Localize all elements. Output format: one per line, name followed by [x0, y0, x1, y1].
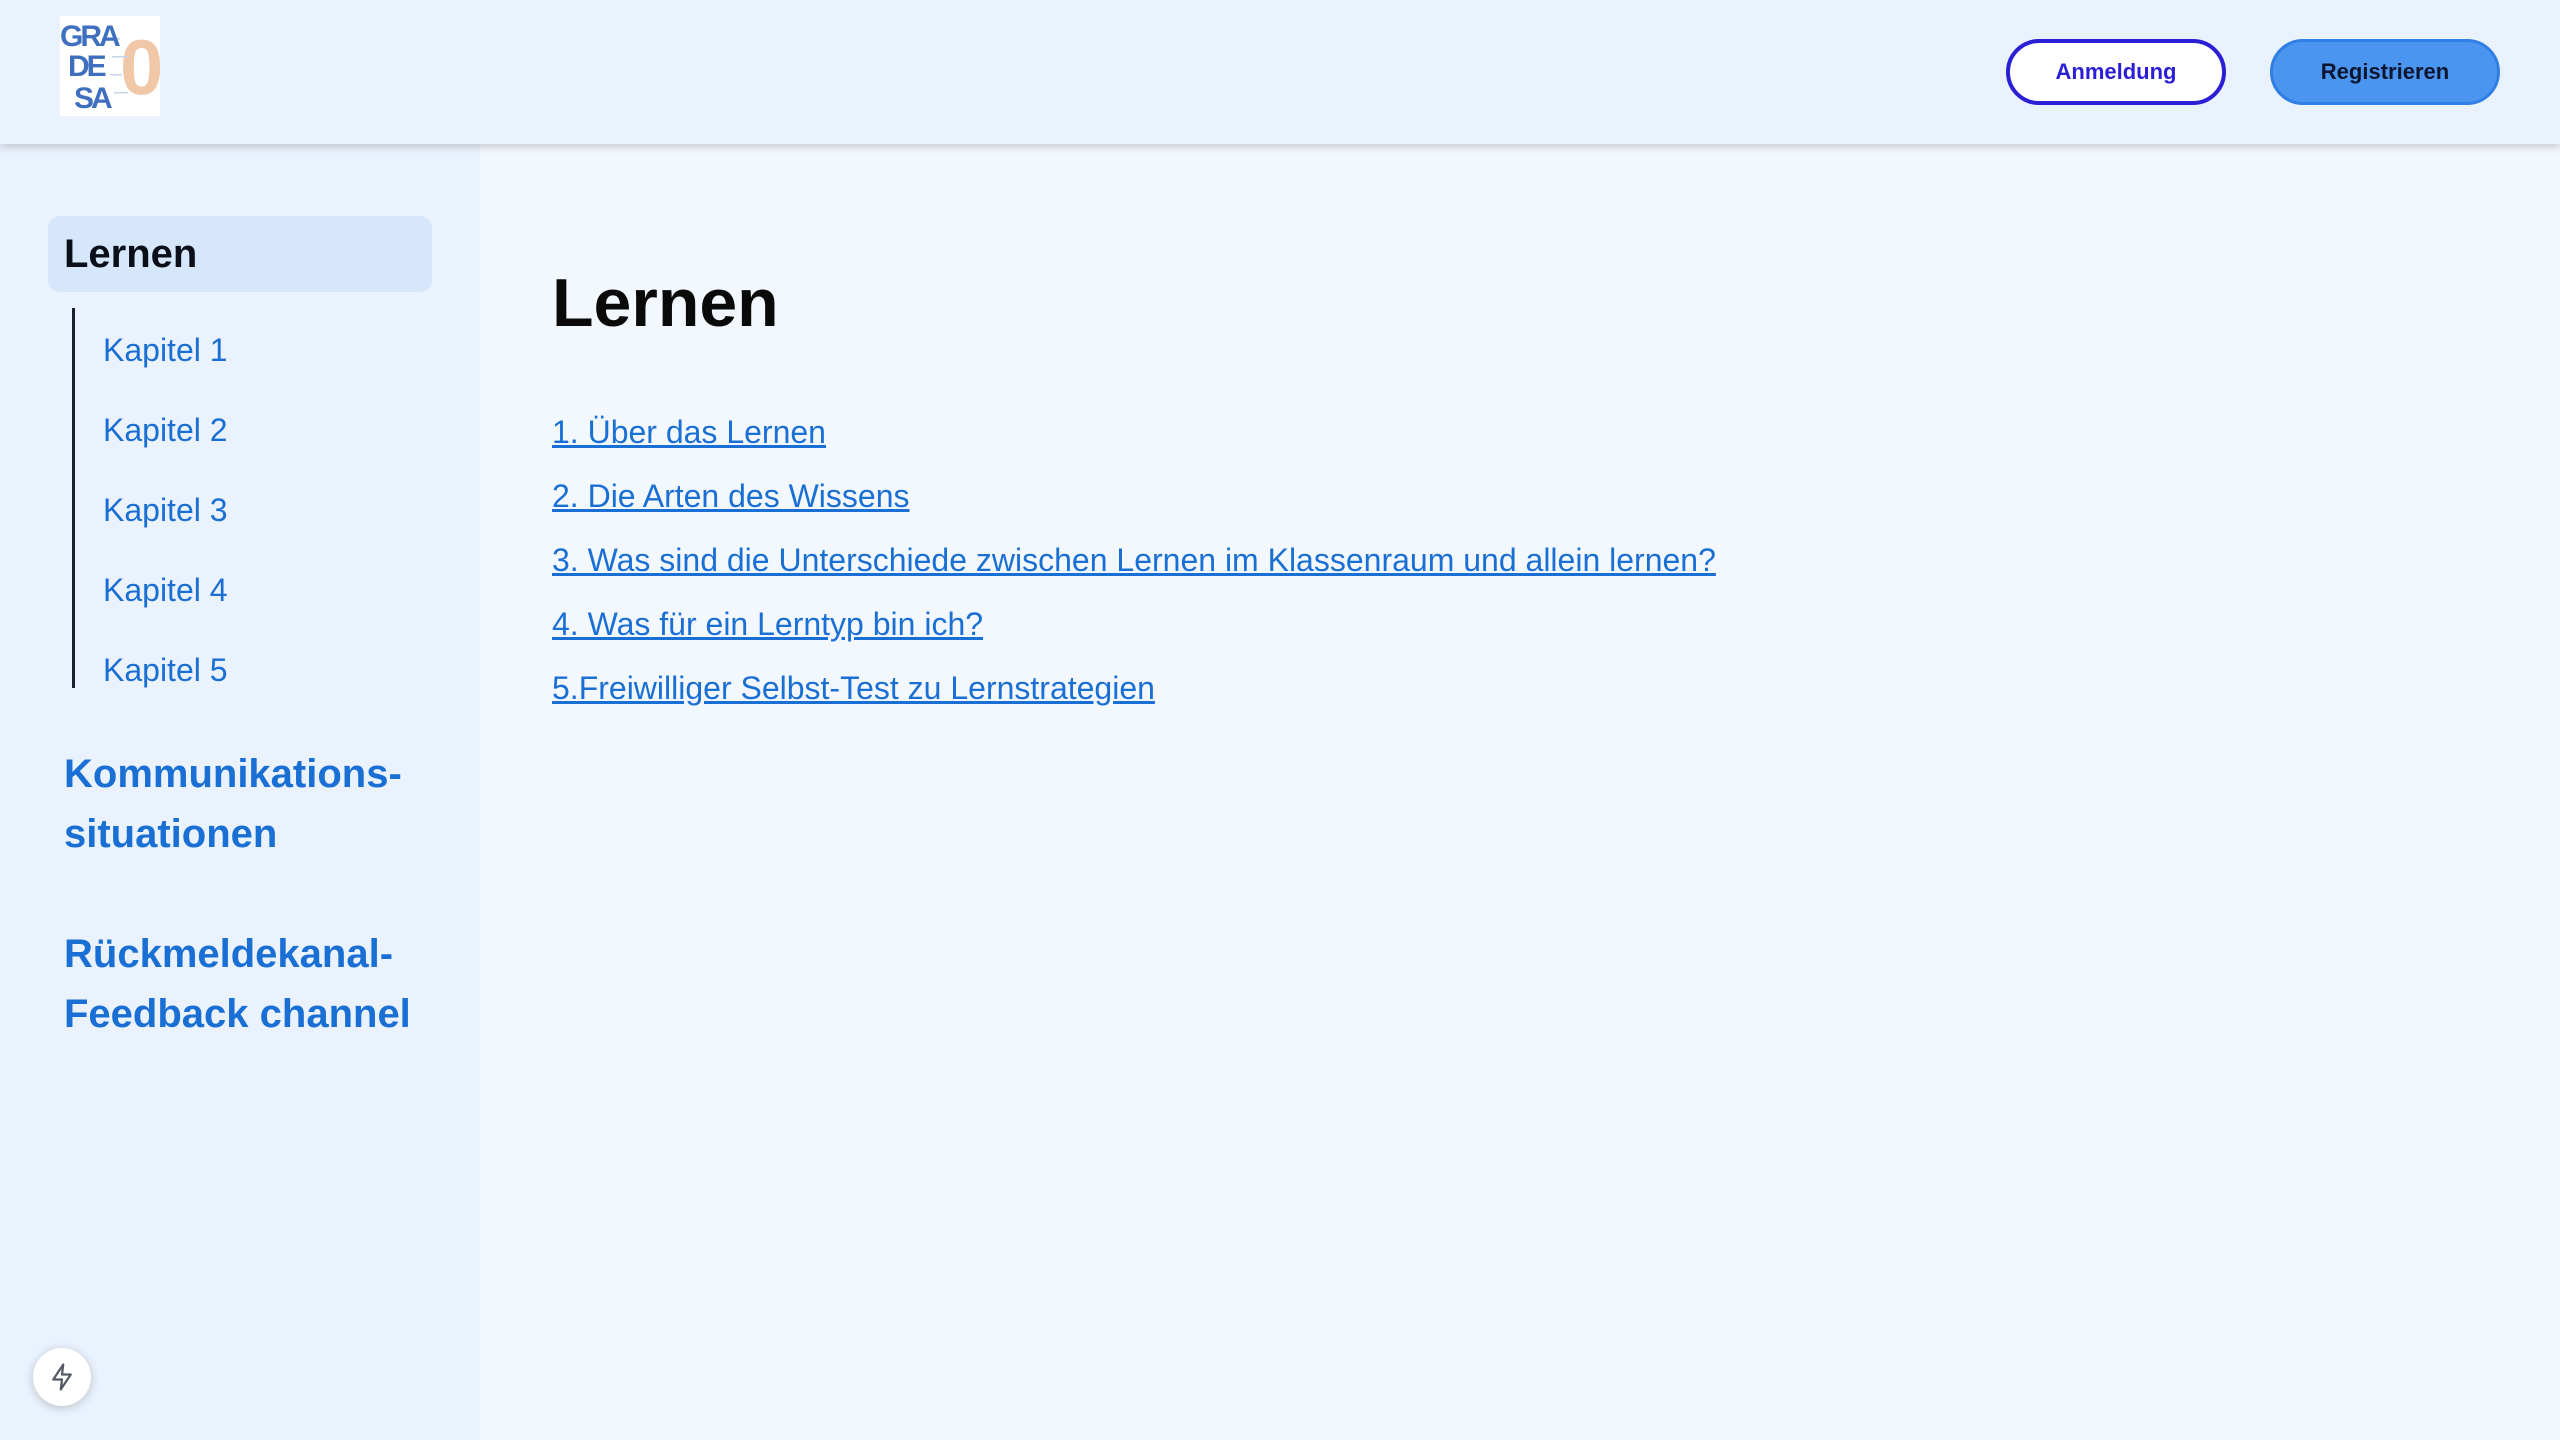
- sidebar-item-kapitel-2[interactable]: Kapitel 2: [103, 400, 228, 460]
- login-button[interactable]: Anmeldung: [2006, 39, 2226, 105]
- svg-text:SA: SA: [74, 82, 112, 115]
- sidebar-section-line: Rückmeldekanal-: [64, 932, 394, 976]
- sidebar-item-feedback-channel[interactable]: Rückmeldekanal- Feedback channel: [64, 924, 464, 1044]
- chapter-list: Kapitel 1 Kapitel 2 Kapitel 3 Kapitel 4 …: [72, 308, 452, 688]
- site-logo[interactable]: 0 GRA DE SA: [60, 16, 160, 116]
- sidebar-item-kapitel-3[interactable]: Kapitel 3: [103, 480, 228, 540]
- register-button[interactable]: Registrieren: [2270, 39, 2500, 105]
- sidebar-section-line: situationen: [64, 812, 278, 856]
- toc-link-5[interactable]: 5.Freiwilliger Selbst-Test zu Lernstrate…: [552, 670, 1155, 707]
- sidebar-item-kapitel-1[interactable]: Kapitel 1: [103, 320, 228, 380]
- sidebar-item-kommunikationssituationen[interactable]: Kommunikations- situationen: [64, 744, 464, 864]
- page-title: Lernen: [552, 265, 779, 341]
- top-header: 0 GRA DE SA Anmeldung Registrieren: [0, 0, 2560, 144]
- lightning-icon: [52, 1363, 72, 1391]
- sidebar-item-kapitel-5[interactable]: Kapitel 5: [103, 640, 228, 700]
- logo-graphic: 0 GRA DE SA: [60, 16, 160, 116]
- sidebar-section-line: Feedback channel: [64, 992, 411, 1036]
- toc-link-1[interactable]: 1. Über das Lernen: [552, 414, 826, 451]
- toc-link-3[interactable]: 3. Was sind die Unterschiede zwischen Le…: [552, 542, 1716, 579]
- sidebar-section-line: Kommunikations-: [64, 752, 402, 796]
- sidebar-item-lernen[interactable]: Lernen: [48, 216, 432, 292]
- svg-text:GRA: GRA: [60, 20, 120, 53]
- svg-text:0: 0: [120, 23, 160, 111]
- lightning-button[interactable]: [33, 1348, 91, 1406]
- svg-text:DE: DE: [68, 50, 106, 83]
- toc-link-2[interactable]: 2. Die Arten des Wissens: [552, 478, 909, 515]
- main-content: Lernen 1. Über das Lernen 2. Die Arten d…: [480, 144, 2560, 1440]
- sidebar-item-kapitel-4[interactable]: Kapitel 4: [103, 560, 228, 620]
- sidebar: Lernen Kapitel 1 Kapitel 2 Kapitel 3 Kap…: [0, 144, 480, 1440]
- toc-link-4[interactable]: 4. Was für ein Lerntyp bin ich?: [552, 606, 983, 643]
